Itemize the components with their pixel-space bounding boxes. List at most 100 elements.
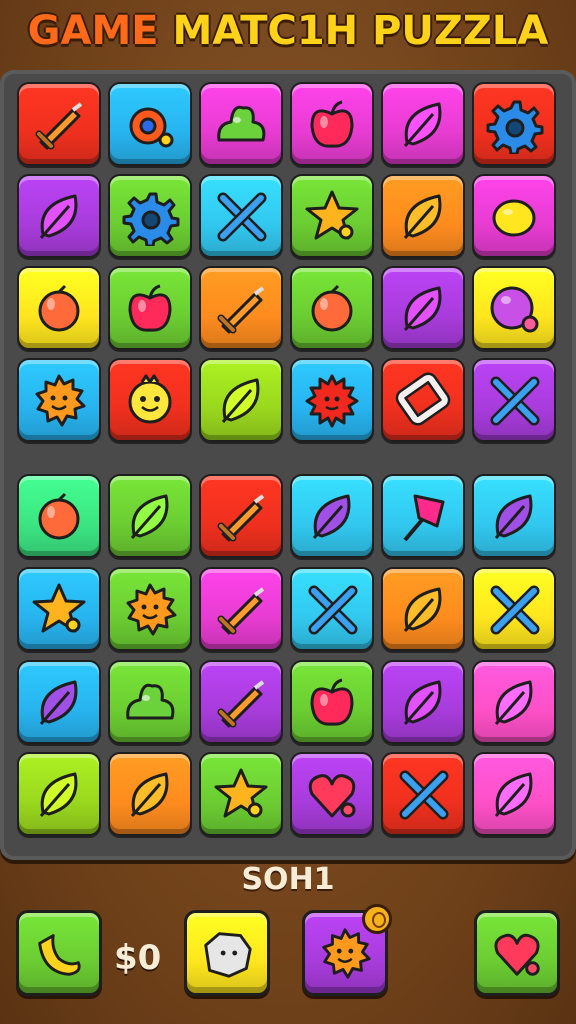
tile-r4-c1[interactable]	[17, 358, 101, 442]
slime-icon	[217, 105, 266, 142]
leaf-icon	[39, 194, 78, 239]
cross-swords-icon	[308, 585, 358, 635]
tile-r1-c1[interactable]	[17, 82, 101, 166]
tile-r4-c2[interactable]	[108, 358, 192, 442]
sword-icon	[217, 587, 265, 635]
leaf-icon	[403, 102, 442, 147]
gear-icon	[122, 192, 180, 246]
tile-r8-c4[interactable]	[290, 752, 374, 836]
star-icon	[32, 583, 86, 633]
leaf-icon	[494, 680, 533, 725]
leaf-icon	[403, 587, 442, 632]
tile-r7-c6[interactable]	[472, 660, 556, 744]
smiley-icon	[128, 374, 172, 424]
tile-r6-c1[interactable]	[17, 567, 101, 651]
title-word-game: GAME	[27, 8, 159, 54]
tile-r7-c3[interactable]	[199, 660, 283, 744]
sword-icon	[217, 286, 265, 334]
apple-icon	[310, 678, 354, 726]
tile-r2-c3[interactable]	[199, 174, 283, 258]
sword-icon	[217, 494, 265, 542]
sun-face-icon	[126, 583, 177, 636]
tile-r5-c4[interactable]	[290, 474, 374, 558]
heart-icon	[308, 774, 356, 818]
tile-r4-c4[interactable]	[290, 358, 374, 442]
tile-r4-c5[interactable]	[381, 358, 465, 442]
leaf-icon	[494, 494, 533, 539]
leaf-icon	[312, 494, 351, 539]
apple-icon	[310, 100, 354, 148]
lock-badge-icon	[362, 904, 392, 934]
tile-r8-c3[interactable]	[199, 752, 283, 836]
tile-r8-c5[interactable]	[381, 752, 465, 836]
lemon-icon	[492, 199, 536, 237]
tile-r3-c4[interactable]	[290, 266, 374, 350]
sword-icon	[35, 102, 83, 150]
bomb-icon	[129, 107, 174, 148]
leaf-icon	[403, 194, 442, 239]
powerup-button-4[interactable]	[474, 910, 560, 996]
tile-r1-c4[interactable]	[290, 82, 374, 166]
tile-r5-c1[interactable]	[17, 474, 101, 558]
tile-r1-c3[interactable]	[199, 82, 283, 166]
tile-r6-c5[interactable]	[381, 567, 465, 651]
tile-r7-c1[interactable]	[17, 660, 101, 744]
fruit-icon	[311, 284, 353, 332]
tile-r3-c6[interactable]	[472, 266, 556, 350]
tile-r2-c1[interactable]	[17, 174, 101, 258]
title-word-rest: MATC1H PUZZLA	[172, 8, 549, 54]
tile-r8-c1[interactable]	[17, 752, 101, 836]
ring-icon	[395, 372, 451, 426]
tile-r1-c2[interactable]	[108, 82, 192, 166]
tile-r5-c3[interactable]	[199, 474, 283, 558]
tile-r8-c2[interactable]	[108, 752, 192, 836]
tile-r2-c6[interactable]	[472, 174, 556, 258]
score-label: SOH1	[241, 862, 335, 897]
leaf-icon	[130, 772, 169, 817]
tile-r4-c3[interactable]	[199, 358, 283, 442]
gear-icon	[486, 100, 544, 154]
fruit-icon	[38, 284, 80, 332]
tile-r3-c3[interactable]	[199, 266, 283, 350]
tile-r2-c4[interactable]	[290, 174, 374, 258]
tile-r1-c6[interactable]	[472, 82, 556, 166]
heart-flag-icon	[403, 494, 445, 542]
sun-face-icon	[35, 374, 86, 427]
tile-r5-c6[interactable]	[472, 474, 556, 558]
tile-r6-c3[interactable]	[199, 567, 283, 651]
heart-icon	[494, 933, 540, 976]
tile-r7-c5[interactable]	[381, 660, 465, 744]
tile-r3-c2[interactable]	[108, 266, 192, 350]
leaf-icon	[221, 378, 260, 423]
spiky-ball-icon	[305, 374, 359, 428]
tile-r3-c1[interactable]	[17, 266, 101, 350]
tile-r2-c2[interactable]	[108, 174, 192, 258]
game-title: GAME MATC1H PUZZLA	[0, 8, 576, 54]
fruit-icon	[38, 492, 80, 540]
tile-r2-c5[interactable]	[381, 174, 465, 258]
tile-r1-c5[interactable]	[381, 82, 465, 166]
powerup-button-2[interactable]	[184, 910, 270, 996]
tile-r7-c2[interactable]	[108, 660, 192, 744]
tile-r6-c4[interactable]	[290, 567, 374, 651]
leaf-icon	[494, 772, 533, 817]
cross-swords-icon	[490, 376, 540, 426]
cross-swords-icon	[490, 585, 540, 635]
rock-icon	[204, 932, 252, 978]
powerup-button-1[interactable]	[16, 910, 102, 996]
sword-icon	[217, 680, 265, 728]
star-icon	[305, 190, 359, 240]
leaf-icon	[39, 772, 78, 817]
tile-r5-c2[interactable]	[108, 474, 192, 558]
leaf-icon	[403, 680, 442, 725]
tile-r6-c2[interactable]	[108, 567, 192, 651]
tile-r5-c5[interactable]	[381, 474, 465, 558]
tile-r8-c6[interactable]	[472, 752, 556, 836]
tile-r7-c4[interactable]	[290, 660, 374, 744]
slime-icon	[126, 683, 175, 720]
tile-r4-c6[interactable]	[472, 358, 556, 442]
cross-swords-icon	[399, 770, 449, 820]
leaf-icon	[39, 680, 78, 725]
tile-r3-c5[interactable]	[381, 266, 465, 350]
tile-r6-c6[interactable]	[472, 567, 556, 651]
